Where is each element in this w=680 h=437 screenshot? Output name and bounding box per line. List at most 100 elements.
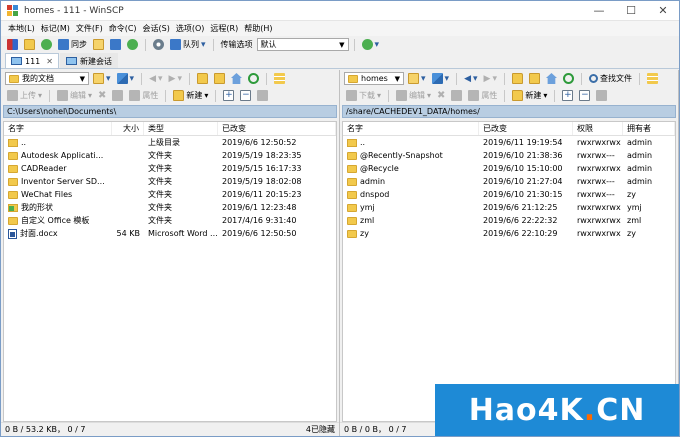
queue-button[interactable]: 队列 ▾ <box>168 37 208 52</box>
upload-button[interactable]: 上传 ▾ <box>5 88 44 103</box>
menu-help[interactable]: 帮助(H) <box>241 23 275 34</box>
column-size[interactable]: 大小 <box>112 122 144 135</box>
local-filter-button[interactable]: ▾ <box>115 71 137 86</box>
table-row[interactable]: dnspod 2019/6/10 21:30:15 rwxrwx--- zy <box>343 188 675 201</box>
local-root-button[interactable] <box>212 71 227 86</box>
table-row[interactable]: .. 上级目录 2019/6/6 12:50:52 <box>4 136 336 149</box>
table-row[interactable]: Inventor Server SD... 文件夹 2019/5/19 18:02:… <box>4 175 336 188</box>
local-edit-button[interactable]: 编辑 ▾ <box>55 88 94 103</box>
minimize-icon[interactable]: — <box>583 1 615 21</box>
table-row[interactable]: .. 2019/6/11 19:19:54 rwxrwxrwx admin <box>343 136 675 149</box>
table-row[interactable]: Autodesk Applicati... 文件夹 2019/5/19 18:23:… <box>4 149 336 162</box>
local-parent-button[interactable] <box>195 71 210 86</box>
table-row[interactable]: 封面.docx 54 KB Microsoft Word ... 2019/6/6 1… <box>4 227 336 240</box>
remote-properties-button[interactable]: 属性 <box>466 88 499 103</box>
download-button[interactable]: 下载 ▾ <box>344 88 383 103</box>
find-files-button[interactable]: 查找文件 <box>587 71 634 86</box>
table-row[interactable]: admin 2019/6/10 21:27:04 rwxrwx--- admin <box>343 175 675 188</box>
remote-location-select[interactable]: homes ▼ <box>344 72 404 85</box>
local-back-button[interactable]: ◀ ▾ <box>147 71 164 86</box>
table-row[interactable]: ymj 2019/6/6 21:12:25 rwxrwxrwx ymj <box>343 201 675 214</box>
menu-session[interactable]: 会话(S) <box>140 23 173 34</box>
remote-new-button[interactable]: 新建 ▾ <box>510 88 549 103</box>
layout-button[interactable] <box>5 37 20 52</box>
local-deselect-button[interactable]: − <box>238 88 253 103</box>
remote-root-button[interactable] <box>527 71 542 86</box>
remote-rename-button[interactable] <box>449 88 464 103</box>
remote-home-button[interactable] <box>544 71 559 86</box>
menu-remote[interactable]: 远程(R) <box>207 23 241 34</box>
file-rights: rwxrwxrwx <box>577 229 621 238</box>
tab-new-session[interactable]: 新建会话 <box>59 53 118 68</box>
table-row[interactable]: @Recycle 2019/6/10 15:10:00 rwxrwxrwx admin <box>343 162 675 175</box>
table-row[interactable]: zy 2019/6/6 22:10:29 rwxrwxrwx zy <box>343 227 675 240</box>
remote-path[interactable]: /share/CACHEDEV1_DATA/homes/ <box>342 105 676 118</box>
column-type[interactable]: 类型 <box>144 122 218 135</box>
column-owner[interactable]: 拥有者 <box>623 122 675 135</box>
table-row[interactable]: zml 2019/6/6 22:22:32 rwxrwxrwx zml <box>343 214 675 227</box>
remote-delete-button[interactable]: ✖ <box>435 88 447 103</box>
close-tab-icon[interactable]: ✕ <box>46 57 53 66</box>
local-refresh-button[interactable] <box>246 71 261 86</box>
properties-icon <box>129 90 141 101</box>
minus-icon: − <box>240 90 252 101</box>
local-invert-selection-button[interactable] <box>255 88 270 103</box>
close-icon[interactable]: ✕ <box>647 1 679 21</box>
table-row[interactable]: @Recently-Snapshot 2019/6/10 21:38:36 rwxr… <box>343 149 675 162</box>
file-type: 文件夹 <box>148 164 172 173</box>
console-button[interactable] <box>108 37 123 52</box>
table-row[interactable]: 我的形状 文件夹 2019/6/1 12:23:48 <box>4 201 336 214</box>
putty-button[interactable] <box>125 37 140 52</box>
local-hidden-count[interactable]: 4已隐藏 <box>306 424 339 435</box>
remote-tree-button[interactable] <box>645 71 660 86</box>
local-path[interactable]: C:\Users\nohel\Documents\ <box>3 105 337 118</box>
table-row[interactable]: 自定义 Office 模板 文件夹 2017/4/16 9:31:40 <box>4 214 336 227</box>
local-location-select[interactable]: 我的文档 ▼ <box>5 72 89 85</box>
table-row[interactable]: WeChat Files 文件夹 2019/6/11 20:15:23 <box>4 188 336 201</box>
transfer-settings-button[interactable]: ▾ <box>360 37 382 52</box>
find-button[interactable] <box>91 37 106 52</box>
column-name[interactable]: 名字 <box>343 122 479 135</box>
remote-deselect-button[interactable]: − <box>577 88 592 103</box>
menu-options[interactable]: 选项(O) <box>173 23 208 34</box>
local-rename-button[interactable] <box>110 88 125 103</box>
local-file-list[interactable]: 名字 大小 类型 已改变 .. 上级目录 2019/6/6 12:50:52 Auto… <box>3 121 337 422</box>
remote-invert-selection-button[interactable] <box>594 88 609 103</box>
new-label: 新建 <box>525 91 542 100</box>
menu-mark[interactable]: 标记(M) <box>38 23 73 34</box>
folder-icon <box>9 74 19 83</box>
local-home-button[interactable] <box>229 71 244 86</box>
local-select-all-button[interactable]: + <box>221 88 236 103</box>
preferences-button[interactable] <box>151 37 166 52</box>
remote-edit-button[interactable]: 编辑 ▾ <box>394 88 433 103</box>
remote-filter-button[interactable]: ▾ <box>430 71 452 86</box>
remote-file-list[interactable]: 名字 已改变 权限 拥有者 .. 2019/6/11 19:19:54 rwxrwx… <box>342 121 676 422</box>
remote-back-button[interactable]: ◀ ▾ <box>462 71 479 86</box>
column-rights[interactable]: 权限 <box>573 122 623 135</box>
remote-select-all-button[interactable]: + <box>560 88 575 103</box>
remote-parent-button[interactable] <box>510 71 525 86</box>
table-row[interactable]: CADReader 文件夹 2019/5/15 16:17:33 <box>4 162 336 175</box>
local-delete-button[interactable]: ✖ <box>96 88 108 103</box>
local-open-folder-button[interactable]: ▾ <box>91 71 113 86</box>
remote-refresh-button[interactable] <box>561 71 576 86</box>
compare-button[interactable] <box>22 37 37 52</box>
local-forward-button[interactable]: ▶ ▾ <box>167 71 184 86</box>
local-new-button[interactable]: 新建 ▾ <box>171 88 210 103</box>
transfer-preset-select[interactable]: 默认 ▼ <box>256 38 349 51</box>
column-changed[interactable]: 已改变 <box>218 122 336 135</box>
remote-open-folder-button[interactable]: ▾ <box>406 71 428 86</box>
maximize-icon[interactable]: ☐ <box>615 1 647 21</box>
menu-commands[interactable]: 命令(C) <box>106 23 140 34</box>
column-changed[interactable]: 已改变 <box>479 122 573 135</box>
local-properties-button[interactable]: 属性 <box>127 88 160 103</box>
winscp-app-icon <box>7 5 18 16</box>
sync-button[interactable]: 同步 <box>56 37 89 52</box>
local-tree-button[interactable] <box>272 71 287 86</box>
menu-file[interactable]: 文件(F) <box>73 23 106 34</box>
column-name[interactable]: 名字 <box>4 122 112 135</box>
tab-session-111[interactable]: 111 ✕ <box>5 53 59 68</box>
synchronize-browse-button[interactable] <box>39 37 54 52</box>
menu-local[interactable]: 本地(L) <box>5 23 38 34</box>
remote-forward-button[interactable]: ▶ ▾ <box>482 71 499 86</box>
